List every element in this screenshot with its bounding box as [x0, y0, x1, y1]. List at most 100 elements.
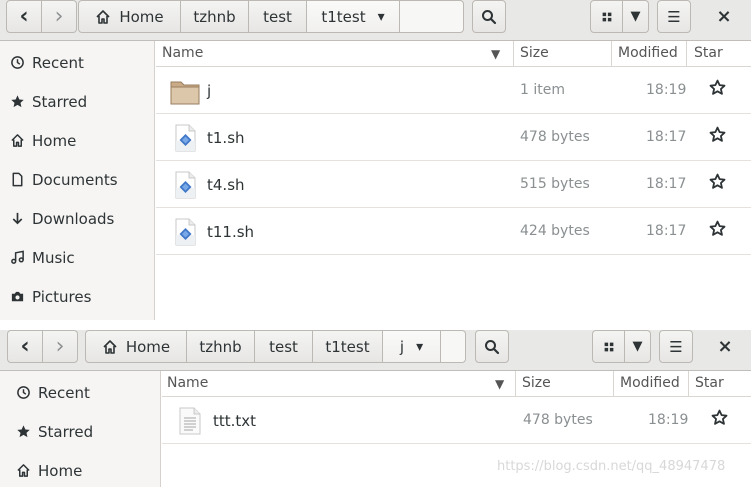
back-button[interactable]: ‹: [7, 330, 43, 363]
grid-icon: [602, 340, 616, 354]
breadcrumb-tzhnb[interactable]: tzhnb: [181, 0, 249, 33]
forward-icon: ›: [54, 3, 64, 29]
breadcrumb-label: j: [399, 337, 405, 356]
sidebar-item-label: Home: [32, 131, 77, 150]
forward-button[interactable]: ›: [42, 0, 77, 33]
column-name-header[interactable]: Name: [162, 45, 203, 61]
close-button[interactable]: ×: [706, 0, 742, 33]
sidebar-item-home[interactable]: Home: [0, 121, 154, 160]
file-name: ttt.txt: [213, 412, 257, 430]
breadcrumb-t1test[interactable]: t1test: [313, 330, 383, 363]
file-size: 515 bytes: [520, 176, 590, 192]
breadcrumb-label: t1test: [325, 337, 370, 356]
sidebar-item-label: Downloads: [32, 209, 115, 228]
column-modified-header[interactable]: Modified: [618, 45, 678, 61]
sidebar-item-label: Documents: [32, 170, 118, 189]
sidebar-item-music[interactable]: Music: [0, 238, 154, 277]
table-row[interactable]: ttt.txt 478 bytes 18:19: [162, 397, 751, 444]
view-grid-button[interactable]: [592, 330, 625, 363]
table-row[interactable]: j 1 item 18:19: [156, 67, 751, 114]
breadcrumb-empty-slot[interactable]: [400, 0, 464, 33]
column-header: Name ▼ Size Modified Star: [162, 371, 751, 397]
menu-button[interactable]: ☰: [659, 330, 693, 363]
star-outline-icon: [711, 409, 728, 426]
star-outline-icon: [709, 173, 726, 190]
close-button[interactable]: ×: [707, 330, 743, 363]
star-toggle[interactable]: [709, 79, 726, 101]
file-size: 1 item: [520, 82, 565, 98]
hamburger-icon: ☰: [667, 7, 681, 26]
sort-descending-icon[interactable]: ▼: [495, 377, 504, 391]
hamburger-icon: ☰: [669, 337, 683, 356]
view-options-button[interactable]: ▼: [625, 330, 651, 363]
chevron-down-icon: ▼: [630, 9, 641, 24]
star-toggle[interactable]: [709, 126, 726, 148]
recent-icon: [16, 385, 31, 400]
star-toggle[interactable]: [711, 409, 728, 431]
view-options-button[interactable]: ▼: [623, 0, 649, 33]
document-icon: [10, 172, 25, 187]
back-button[interactable]: ‹: [6, 0, 42, 33]
home-icon: [102, 339, 118, 355]
file-size: 478 bytes: [520, 129, 590, 145]
forward-button[interactable]: ›: [43, 330, 78, 363]
camera-icon: [10, 289, 25, 304]
sidebar-item-starred[interactable]: Starred: [0, 412, 160, 451]
menu-button[interactable]: ☰: [657, 0, 691, 33]
star-toggle[interactable]: [709, 173, 726, 195]
breadcrumb-t1test[interactable]: t1test ▾: [307, 0, 400, 33]
column-size-header[interactable]: Size: [522, 375, 551, 391]
home-icon: [16, 463, 31, 478]
file-size: 424 bytes: [520, 223, 590, 239]
close-icon: ×: [717, 336, 733, 357]
sidebar-item-downloads[interactable]: Downloads: [0, 199, 154, 238]
sidebar-item-documents[interactable]: Documents: [0, 160, 154, 199]
breadcrumb-empty-slot[interactable]: [441, 330, 466, 363]
star-outline-icon: [709, 79, 726, 96]
breadcrumb-test[interactable]: test: [255, 330, 313, 363]
table-row[interactable]: t11.sh 424 bytes 18:17: [156, 208, 751, 255]
download-icon: [10, 211, 25, 226]
breadcrumb-label: test: [263, 7, 292, 26]
breadcrumb-j[interactable]: j ▾: [383, 330, 441, 363]
script-file-icon: [170, 124, 200, 152]
table-row[interactable]: t1.sh 478 bytes 18:17: [156, 114, 751, 161]
chevron-down-icon: ▾: [377, 8, 385, 25]
column-star-header[interactable]: Star: [695, 375, 724, 391]
sidebar-item-pictures[interactable]: Pictures: [0, 277, 154, 316]
sidebar-item-starred[interactable]: Starred: [0, 82, 154, 121]
column-name-header[interactable]: Name: [167, 375, 208, 391]
breadcrumb-test[interactable]: test: [249, 0, 307, 33]
column-header: Name ▼ Size Modified Star: [156, 41, 751, 67]
search-button[interactable]: [475, 330, 509, 363]
column-modified-header[interactable]: Modified: [620, 375, 680, 391]
sidebar-item-home[interactable]: Home: [0, 451, 160, 487]
star-outline-icon: [709, 220, 726, 237]
view-grid-button[interactable]: [590, 0, 623, 33]
file-modified: 18:19: [648, 412, 689, 428]
sidebar-item-label: Music: [32, 248, 75, 267]
sidebar-item-recent[interactable]: Recent: [0, 43, 154, 82]
star-icon: [10, 94, 25, 109]
sort-descending-icon[interactable]: ▼: [491, 47, 500, 61]
table-row[interactable]: t4.sh 515 bytes 18:17: [156, 161, 751, 208]
back-icon: ‹: [20, 333, 30, 359]
breadcrumb-tzhnb[interactable]: tzhnb: [187, 330, 255, 363]
sidebar-item-label: Starred: [38, 422, 94, 441]
column-size-header[interactable]: Size: [520, 45, 549, 61]
breadcrumb-home[interactable]: Home: [85, 330, 187, 363]
back-icon: ‹: [19, 3, 29, 29]
file-manager-window-2: ‹ › Home tzhnb test t1test j ▾ ▼ ☰ × Rec…: [0, 330, 751, 487]
star-icon: [16, 424, 31, 439]
breadcrumb-label: test: [269, 337, 298, 356]
column-star-header[interactable]: Star: [694, 45, 723, 61]
file-name: t4.sh: [207, 176, 245, 194]
music-icon: [10, 250, 25, 265]
sidebar-item-recent[interactable]: Recent: [0, 373, 160, 412]
home-icon: [95, 9, 111, 25]
sidebar-item-label: Recent: [32, 53, 84, 72]
window-gap: [0, 320, 751, 330]
search-button[interactable]: [472, 0, 506, 33]
star-toggle[interactable]: [709, 220, 726, 242]
breadcrumb-home[interactable]: Home: [78, 0, 181, 33]
